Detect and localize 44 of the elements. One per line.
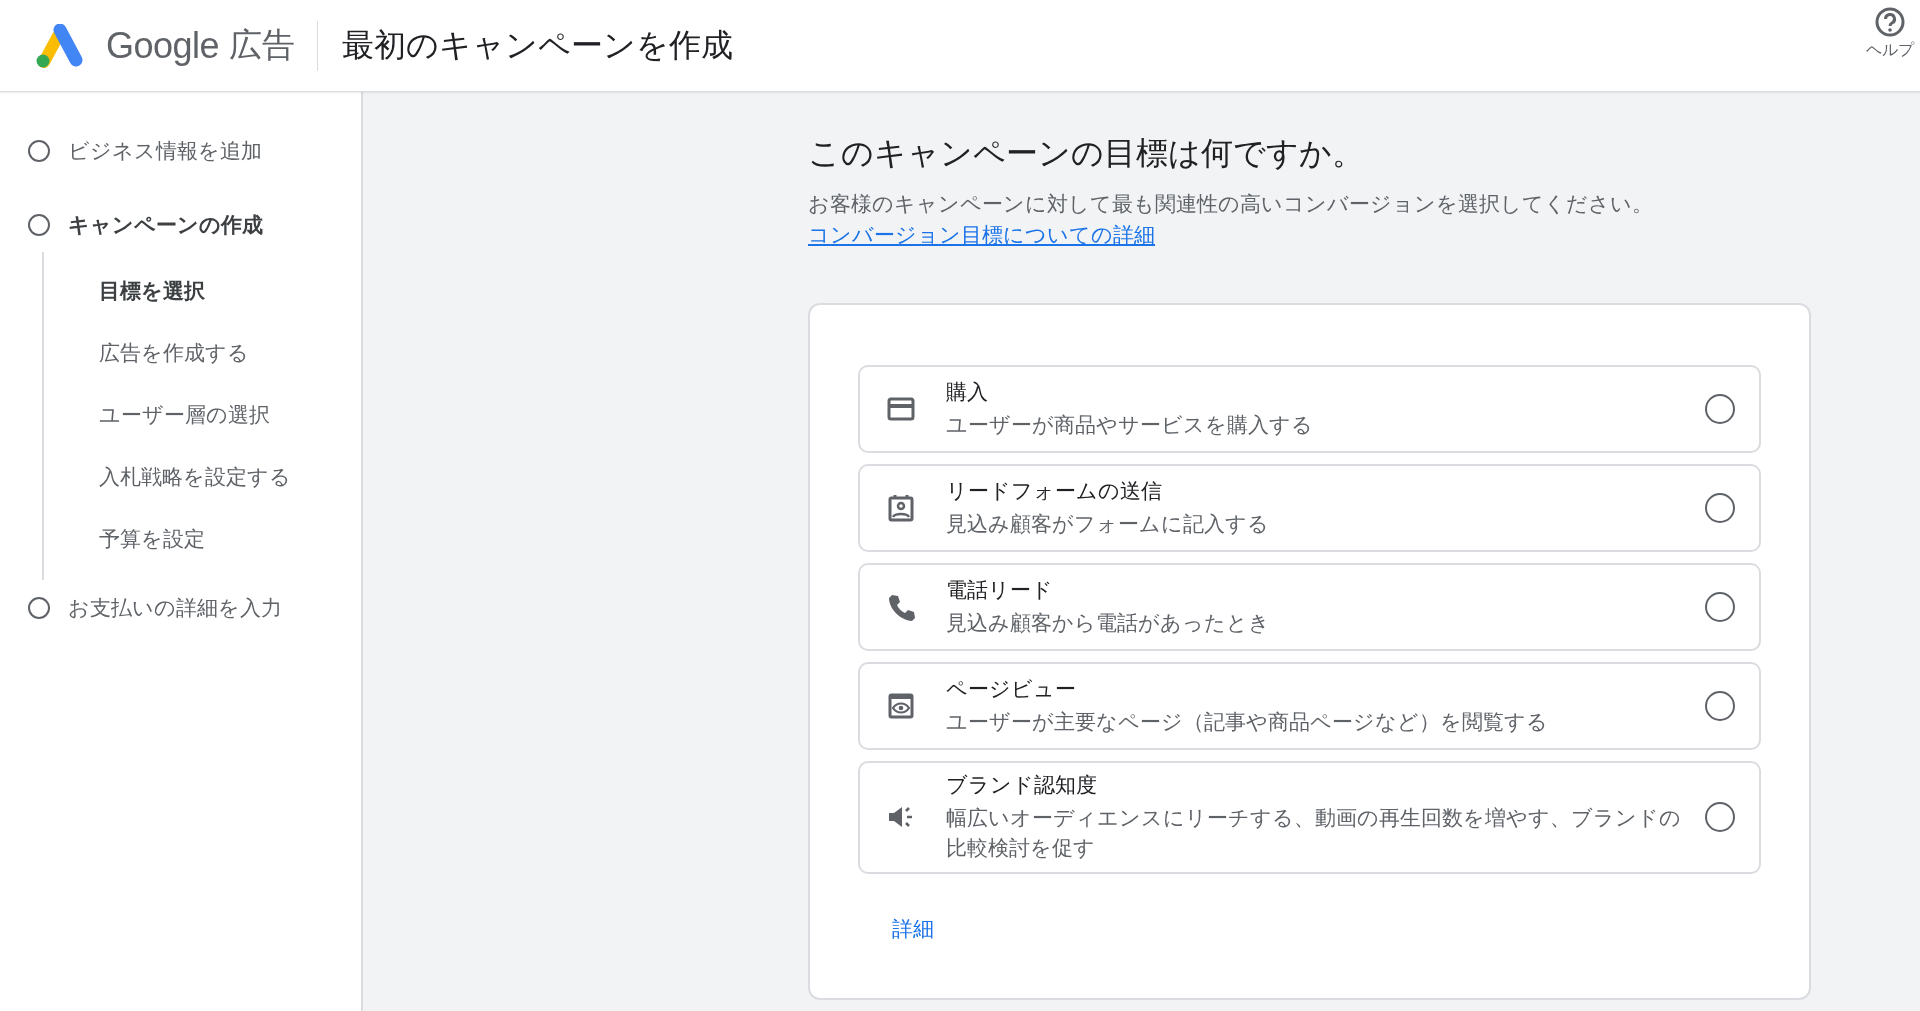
- sidebar-step[interactable]: キャンペーンの作成: [0, 202, 263, 248]
- radio-button[interactable]: [1705, 493, 1735, 523]
- details-link[interactable]: コンバージョン目標についての詳細: [808, 223, 1155, 246]
- product-name: 広告: [229, 25, 296, 65]
- goal-title: リードフォームの送信: [946, 477, 1163, 504]
- phone-icon: [886, 592, 916, 622]
- goal-title: 電話リード: [946, 576, 1054, 603]
- radio-button[interactable]: [1705, 394, 1735, 424]
- eye-window-icon: [886, 691, 916, 721]
- sidebar-substep[interactable]: 予算を設定: [44, 508, 205, 570]
- more-link[interactable]: 詳細: [892, 914, 934, 943]
- goal-option[interactable]: 電話リード 見込み顧客から電話があったとき: [858, 563, 1761, 651]
- goal-title: ページビュー: [946, 675, 1077, 702]
- sidebar-substep[interactable]: 目標を選択: [44, 260, 205, 322]
- sidebar-step[interactable]: お支払いの詳細を入力: [0, 585, 282, 631]
- logo-icon: [34, 23, 84, 68]
- step-circle-icon: [28, 597, 50, 619]
- page-title: 最初のキャンペーンを作成: [342, 25, 734, 65]
- goal-option[interactable]: 購入 ユーザーが商品やサービスを購入する: [858, 365, 1761, 453]
- sidebar-substep[interactable]: 広告を作成する: [44, 322, 249, 384]
- step-circle-icon: [28, 140, 50, 162]
- goal-description: 幅広いオーディエンスにリーチする、動画の再生回数を増やす、ブランドの比較検討を促す: [946, 805, 1682, 862]
- contact-badge-icon: [886, 493, 916, 523]
- goal-description: ユーザーが主要なページ（記事や商品ページなど）を閲覧する: [946, 708, 1549, 735]
- goal-description: 見込み顧客から電話があったとき: [946, 609, 1271, 636]
- goal-title: 購入: [946, 378, 989, 405]
- goal-option[interactable]: ブランド認知度 幅広いオーディエンスにリーチする、動画の再生回数を増やす、ブランドの比較検討を促す: [858, 761, 1761, 874]
- help-icon: [1874, 6, 1906, 38]
- brand-name: Google: [106, 24, 220, 67]
- sidebar-substep[interactable]: 入札戦略を設定する: [44, 446, 291, 508]
- sidebar-step[interactable]: ビジネス情報を追加: [0, 128, 262, 174]
- goal-option[interactable]: リードフォームの送信 見込み顧客がフォームに記入する: [858, 464, 1761, 552]
- section-heading: このキャンペーンの目標は何ですか。: [808, 134, 1365, 173]
- goal-option[interactable]: ページビュー ユーザーが主要なページ（記事や商品ページなど）を閲覧する: [858, 662, 1761, 750]
- step-circle-icon: [28, 214, 50, 236]
- radio-button[interactable]: [1705, 592, 1735, 622]
- radio-button[interactable]: [1705, 802, 1735, 833]
- goal-title: ブランド認知度: [946, 772, 1098, 798]
- sidebar-substep[interactable]: ユーザー層の選択: [44, 384, 270, 446]
- section-description: お客様のキャンペーンに対して最も関連性の高いコンバージョンを選択してください。 コンバージョン目標についての詳細: [808, 191, 1654, 248]
- radio-button[interactable]: [1705, 691, 1735, 721]
- goal-description: 見込み顧客がフォームに記入する: [946, 510, 1270, 537]
- help-button[interactable]: ヘルプ: [1866, 6, 1914, 61]
- goal-description: ユーザーが商品やサービスを購入する: [946, 411, 1314, 438]
